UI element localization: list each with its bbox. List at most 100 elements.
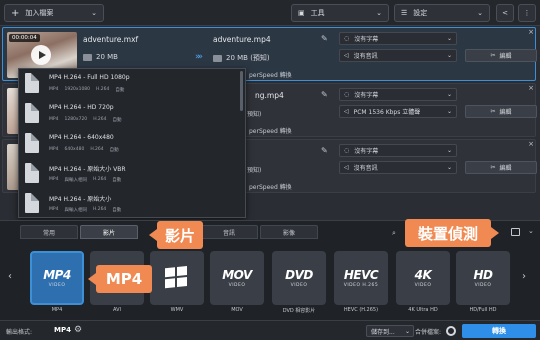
- search-icon[interactable]: ⌕: [392, 229, 396, 238]
- output-format-value: MP4: [54, 326, 71, 334]
- format-hevc-sub: VIDEO H.265: [343, 283, 379, 288]
- chevron-down-icon: ⌄: [446, 108, 452, 115]
- preset-container: MP4: [49, 87, 59, 92]
- format-hd-sub: VIDEO: [474, 283, 492, 288]
- play-icon[interactable]: [31, 45, 51, 65]
- output-format-label: 輸出格式:: [6, 329, 33, 336]
- rename-pencil-icon[interactable]: ✎: [321, 90, 328, 99]
- close-icon[interactable]: ×: [528, 84, 534, 92]
- save-to-label: 儲存到...: [371, 328, 395, 336]
- output-size: 20 MB (預知): [213, 53, 270, 63]
- add-file-button[interactable]: + 加入檔案 ⌄: [4, 4, 104, 22]
- settings-icon: ☰: [401, 9, 408, 17]
- format-4k-sub: VIDEO: [414, 283, 432, 288]
- audio-select[interactable]: ◁ 沒有音訊 ⌄: [339, 161, 457, 174]
- preset-container: MP4: [49, 207, 59, 212]
- preset-dropdown: MP4 H.264 - Full HD 1080p MP4 1920x1080 …: [18, 68, 246, 218]
- chevron-left-icon[interactable]: ‹: [8, 271, 12, 282]
- preset-codec: H.264: [93, 117, 107, 122]
- format-hd-logo: HD: [473, 268, 493, 282]
- speaker-icon: ◁: [344, 52, 349, 59]
- format-hevc[interactable]: HEVC VIDEO H.265: [334, 251, 388, 305]
- toolbox-icon: ▣: [298, 9, 305, 17]
- bottom-bar: 輸出格式: MP4 ⚙ 儲存到... ⌄ 合併檔案: 轉換: [0, 320, 540, 340]
- audio-select[interactable]: ◁ PCM 1536 Kbps 立體聲 ⌄: [339, 105, 457, 118]
- chevron-down-icon: ⌄: [446, 35, 452, 42]
- preset-resolution: 與輸入相同: [64, 208, 87, 213]
- audio-select[interactable]: ◁ 沒有音訊 ⌄: [339, 49, 457, 62]
- edit-button[interactable]: ✂ 編輯: [465, 105, 537, 118]
- format-wmv[interactable]: [150, 251, 204, 305]
- convert-button[interactable]: 轉換: [462, 324, 536, 338]
- chevron-down-icon: ⌄: [446, 164, 452, 171]
- chevron-down-icon: ⌄: [404, 327, 410, 335]
- subtitle-icon: ◌: [344, 147, 350, 154]
- format-mp4-sub: VIDEO: [48, 283, 66, 288]
- superspeed-label: perSpeed 轉換: [249, 72, 292, 79]
- video-file-icon: [25, 163, 39, 183]
- preset-title: MP4 H.264 - HD 720p: [49, 104, 114, 111]
- video-file-icon: [25, 193, 39, 213]
- format-mp4[interactable]: MP4 VIDEO: [30, 251, 84, 305]
- tab-image[interactable]: 影像: [260, 225, 318, 239]
- preset-item[interactable]: MP4 H.264 - 640x480 MP4 640x480 H.264 自動: [19, 129, 245, 159]
- format-mp4-label: MP4: [51, 307, 63, 313]
- close-icon[interactable]: ×: [528, 28, 534, 36]
- share-button[interactable]: <: [496, 4, 514, 22]
- preset-bitrate: 自動: [112, 208, 122, 213]
- format-wmv-label: WMV: [170, 307, 184, 313]
- device-detect-icon[interactable]: [511, 228, 520, 236]
- format-hevc-logo: HEVC: [343, 268, 379, 282]
- preset-item[interactable]: MP4 H.264 - Full HD 1080p MP4 1920x1080 …: [19, 69, 245, 99]
- subtitle-icon: ◌: [344, 91, 350, 98]
- tab-video[interactable]: 影片: [80, 225, 138, 239]
- merge-toggle[interactable]: [446, 326, 456, 336]
- subtitle-select[interactable]: ◌ 沒有字幕 ⌄: [339, 144, 457, 157]
- audio-label: PCM 1536 Kbps 立體聲: [353, 109, 421, 116]
- format-dvd[interactable]: DVD VIDEO: [272, 251, 326, 305]
- preset-item[interactable]: MP4 H.264 - 原始大小 VBR MP4 與輸入相同 H.264 自動: [19, 159, 245, 189]
- preset-bitrate: 自動: [112, 178, 122, 183]
- preset-item[interactable]: MP4 H.264 - 原始大小 MP4 與輸入相同 H.264 自動: [19, 189, 245, 219]
- edit-label: 編輯: [499, 53, 512, 60]
- preset-meta: MP4 1280x720 H.264 自動: [49, 117, 122, 123]
- tools-button[interactable]: ▣ 工具 ⌄: [291, 4, 389, 22]
- more-button[interactable]: ⋮: [518, 4, 536, 22]
- gear-icon[interactable]: ⚙: [74, 325, 82, 335]
- superspeed-label: perSpeed 轉換: [249, 184, 292, 191]
- scissors-icon: ✂: [490, 108, 496, 115]
- chevron-down-icon: ⌄: [91, 9, 97, 17]
- format-avi-label: AVI: [113, 307, 121, 313]
- audio-label: 沒有音訊: [353, 165, 378, 172]
- format-dvd-label: DVD 相容影片: [282, 308, 316, 314]
- chevron-right-icon[interactable]: ›: [522, 271, 526, 282]
- speaker-icon: ◁: [344, 108, 349, 115]
- chevron-down-icon[interactable]: ⌄: [528, 227, 534, 235]
- format-4k[interactable]: 4K VIDEO: [396, 251, 450, 305]
- preset-codec: H.264: [92, 177, 107, 182]
- close-icon[interactable]: ×: [528, 140, 534, 148]
- edit-button[interactable]: ✂ 編輯: [465, 49, 537, 62]
- subtitle-select[interactable]: ◌ 沒有字幕 ⌄: [339, 32, 457, 45]
- save-to-select[interactable]: 儲存到... ⌄: [366, 325, 414, 337]
- edit-button[interactable]: ✂ 編輯: [465, 161, 537, 174]
- tab-audio[interactable]: 音訊: [200, 225, 258, 239]
- scissors-icon: ✂: [490, 52, 496, 59]
- convert-arrow-icon: »»: [195, 52, 203, 62]
- format-mov[interactable]: MOV VIDEO: [210, 251, 264, 305]
- video-file-icon: [25, 103, 39, 123]
- settings-button[interactable]: ☰ 設定 ⌄: [394, 4, 490, 22]
- settings-label: 設定: [413, 9, 428, 17]
- superspeed-label: perSpeed 轉換: [249, 128, 292, 135]
- plus-icon: +: [11, 7, 20, 19]
- rename-pencil-icon[interactable]: ✎: [321, 146, 328, 155]
- output-filename: adventure.mp4: [213, 35, 271, 44]
- output-size-label: 20 MB (預知): [226, 54, 270, 62]
- speaker-icon: ◁: [344, 164, 349, 171]
- subtitle-select[interactable]: ◌ 沒有字幕 ⌄: [339, 88, 457, 101]
- format-hd[interactable]: HD VIDEO: [456, 251, 510, 305]
- format-dvd-sub: VIDEO: [290, 283, 308, 288]
- preset-item[interactable]: MP4 H.264 - HD 720p MP4 1280x720 H.264 自…: [19, 99, 245, 129]
- rename-pencil-icon[interactable]: ✎: [321, 34, 328, 43]
- tab-popular[interactable]: 常用: [20, 225, 78, 239]
